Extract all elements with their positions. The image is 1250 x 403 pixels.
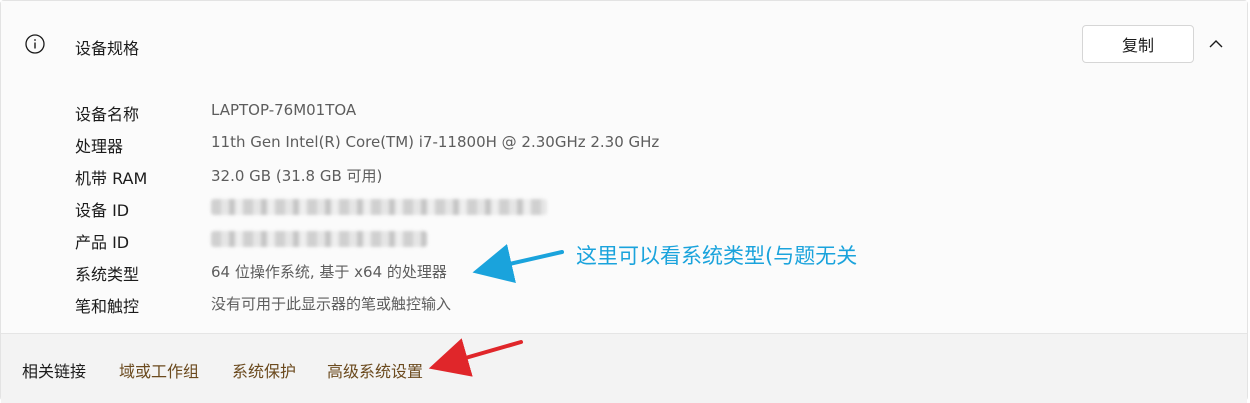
related-links-bar: 相关链接 域或工作组 系统保护 高级系统设置	[1, 333, 1247, 403]
spec-value[interactable]: 11th Gen Intel(R) Core(TM) i7-11800H @ 2…	[211, 133, 659, 151]
info-icon	[25, 34, 45, 54]
blurred-product-id	[211, 231, 427, 247]
specs-title: 设备规格	[75, 39, 140, 58]
spec-label: 笔和触控	[75, 297, 140, 316]
spec-value[interactable]: 没有可用于此显示器的笔或触控输入	[211, 293, 451, 314]
spec-value[interactable]: LAPTOP-76M01TOA	[211, 101, 356, 119]
spec-value[interactable]: 64 位操作系统, 基于 x64 的处理器	[211, 261, 447, 282]
spec-row-device-name: 设备名称 LAPTOP-76M01TOA	[1, 98, 1247, 124]
specs-header[interactable]: 设备规格 复制	[1, 1, 1247, 88]
related-links-label: 相关链接	[22, 362, 87, 381]
spec-label: 设备名称	[75, 105, 140, 124]
spec-row-processor: 处理器 11th Gen Intel(R) Core(TM) i7-11800H…	[1, 130, 1247, 156]
specs-list: 设备名称 LAPTOP-76M01TOA 处理器 11th Gen Intel(…	[1, 87, 1247, 333]
blurred-device-id	[211, 199, 547, 215]
copy-button[interactable]: 复制	[1082, 25, 1194, 63]
spec-label: 系统类型	[75, 265, 140, 284]
annotation-text: 这里可以看系统类型(与题无关	[576, 244, 858, 268]
spec-row-device-id: 设备 ID	[1, 194, 1247, 220]
spec-label: 设备 ID	[75, 201, 130, 220]
link-system-protection[interactable]: 系统保护	[232, 358, 296, 382]
spec-label: 机带 RAM	[75, 169, 148, 188]
spec-label: 处理器	[75, 137, 124, 156]
chevron-up-icon[interactable]	[1207, 35, 1225, 53]
link-advanced-system-settings[interactable]: 高级系统设置	[327, 358, 423, 382]
device-specs-card: 设备规格 复制 设备名称 LAPTOP-76M01TOA 处理器 11th Ge…	[0, 0, 1248, 403]
spec-value[interactable]: 32.0 GB (31.8 GB 可用)	[211, 165, 382, 186]
spec-row-pen-touch: 笔和触控 没有可用于此显示器的笔或触控输入	[1, 290, 1247, 316]
spec-row-ram: 机带 RAM 32.0 GB (31.8 GB 可用)	[1, 162, 1247, 188]
spec-label: 产品 ID	[75, 233, 130, 252]
link-domain-workgroup[interactable]: 域或工作组	[119, 358, 199, 382]
